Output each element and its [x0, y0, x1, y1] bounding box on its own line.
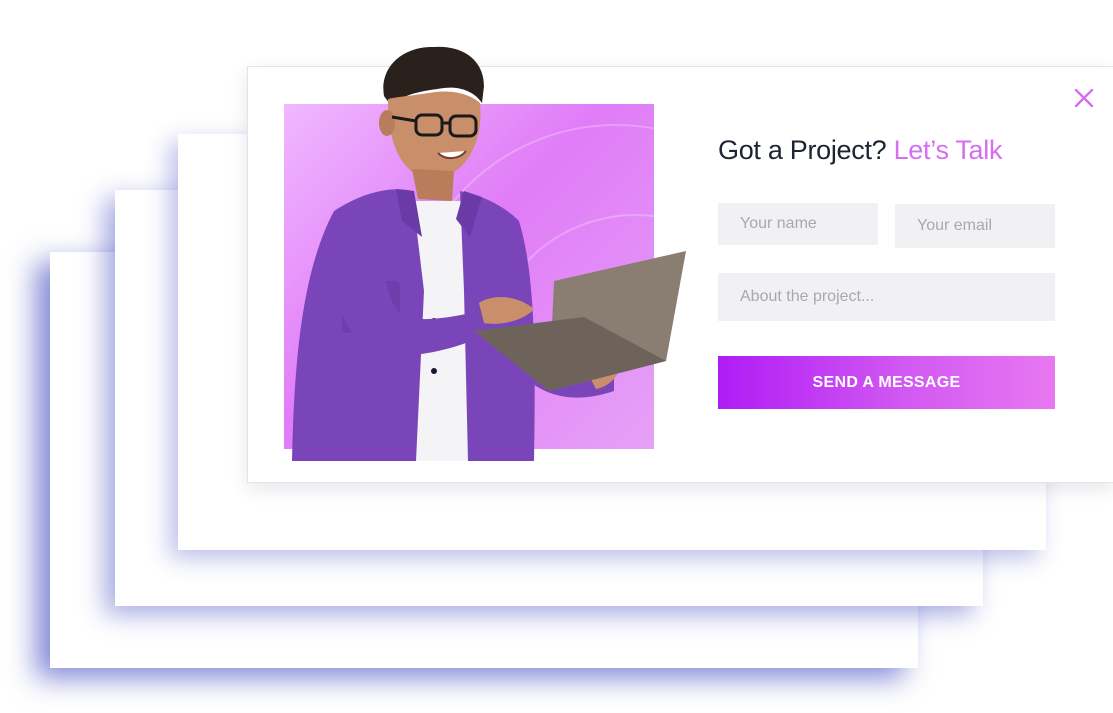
man-with-laptop-image [292, 46, 686, 461]
contact-popup: Got a Project? Let’s Talk Your name Your… [247, 46, 1113, 483]
project-description-input[interactable]: About the project... [718, 273, 1055, 321]
send-message-button[interactable]: SEND A MESSAGE [718, 356, 1055, 409]
popup-title: Got a Project? Let’s Talk [718, 135, 1002, 166]
title-accent: Let’s Talk [893, 135, 1003, 165]
name-input[interactable]: Your name [718, 203, 878, 245]
close-icon[interactable] [1073, 87, 1095, 109]
title-main: Got a Project? [718, 135, 887, 165]
email-input[interactable]: Your email [895, 204, 1055, 248]
